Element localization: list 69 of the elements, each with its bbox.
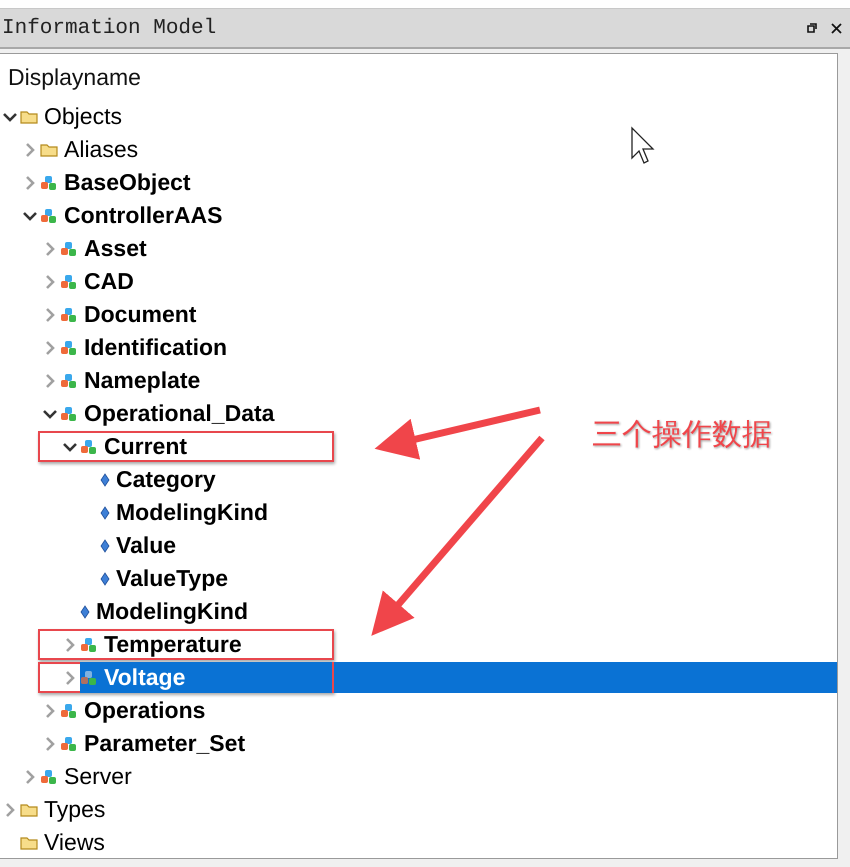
cubes-icon (40, 208, 58, 224)
mouse-pointer-icon (631, 126, 655, 164)
chevron-right-icon[interactable] (25, 174, 35, 190)
folder-icon (20, 110, 38, 124)
diamond-icon (100, 506, 110, 520)
chevron-right-icon[interactable] (25, 768, 35, 784)
tree-item[interactable]: ModelingKind (100, 497, 274, 528)
chevron-right-icon[interactable] (65, 636, 75, 652)
tree-item[interactable]: Category (100, 464, 222, 495)
tree-item[interactable]: Objects (20, 101, 128, 132)
tree-item[interactable]: Voltage (80, 662, 332, 693)
tree-item[interactable]: Operational_Data (60, 398, 280, 429)
chevron-down-icon[interactable] (2, 112, 18, 122)
restore-button[interactable] (807, 23, 817, 33)
chevron-right-icon[interactable] (45, 240, 55, 256)
tree-item[interactable]: BaseObject (40, 167, 197, 198)
annotation-text: 三个操作数据 (592, 417, 772, 453)
diamond-icon (100, 472, 110, 486)
chevron-right-icon[interactable] (45, 372, 55, 388)
tree-item[interactable]: Identification (60, 332, 234, 363)
window-title: Information Model (2, 16, 216, 40)
cubes-icon (60, 736, 78, 752)
tree-item[interactable]: Server (40, 761, 138, 792)
column-header[interactable]: Displayname (0, 64, 837, 100)
cubes-icon (60, 372, 78, 388)
cubes-icon (60, 406, 78, 422)
tree-item[interactable]: Temperature (80, 629, 248, 660)
cubes-icon (60, 274, 78, 290)
tree-item[interactable]: Operations (60, 695, 212, 726)
cubes-icon (60, 306, 78, 322)
chevron-down-icon[interactable] (22, 210, 38, 220)
cubes-icon (80, 636, 98, 652)
diamond-icon (80, 604, 90, 618)
chevron-right-icon[interactable] (5, 802, 15, 818)
close-button[interactable] (831, 22, 842, 34)
tree-item[interactable]: Nameplate (60, 365, 206, 396)
tree-item[interactable]: ValueType (100, 563, 234, 594)
chevron-right-icon[interactable] (45, 702, 55, 718)
tree-item[interactable]: Document (60, 299, 202, 330)
tree-item[interactable]: Current (80, 431, 194, 462)
tree-item[interactable]: Asset (60, 233, 153, 264)
tree-item[interactable]: Types (20, 794, 112, 825)
tree-item[interactable]: Views (20, 827, 111, 858)
diamond-icon (100, 538, 110, 552)
tree-item[interactable]: Aliases (40, 134, 144, 165)
cubes-icon (60, 240, 78, 256)
chevron-down-icon[interactable] (42, 408, 58, 418)
chevron-right-icon[interactable] (45, 306, 55, 322)
cubes-icon (60, 702, 78, 718)
folder-icon (20, 802, 38, 816)
chevron-right-icon[interactable] (45, 340, 55, 356)
cubes-icon (60, 340, 78, 356)
tree-item[interactable]: Parameter_Set (60, 728, 252, 759)
diamond-icon (100, 572, 110, 586)
chevron-right-icon[interactable] (45, 274, 55, 290)
chevron-down-icon[interactable] (62, 442, 78, 452)
chevron-right-icon[interactable] (25, 142, 35, 158)
cubes-icon (80, 670, 98, 686)
cubes-icon (40, 174, 58, 190)
chevron-right-icon[interactable] (65, 670, 75, 686)
tree-item[interactable]: ControllerAAS (40, 200, 228, 231)
folder-icon (40, 142, 58, 156)
cubes-icon (80, 438, 98, 454)
tree-item[interactable]: ModelingKind (80, 596, 254, 627)
folder-icon (20, 836, 38, 850)
chevron-right-icon[interactable] (45, 736, 55, 752)
tree-item[interactable]: CAD (60, 266, 140, 297)
cubes-icon (40, 768, 58, 784)
tree-item[interactable]: Value (100, 530, 182, 561)
